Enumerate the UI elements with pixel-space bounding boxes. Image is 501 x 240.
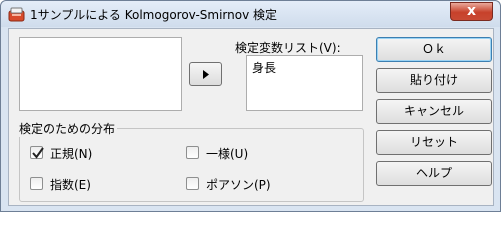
cancel-button[interactable]: キャンセル <box>376 99 492 124</box>
title-bar[interactable]: 1サンプルによる Kolmogorov-Smirnov 検定 x <box>1 1 500 27</box>
exponential-label: 指数(E) <box>50 178 91 192</box>
test-variable-list-label: 検定変数リスト(V): <box>235 41 341 55</box>
triangle-right-icon <box>203 70 209 79</box>
dialog-body: 検定変数リスト(V): 身長 検定のための分布 正規(N) 一様(U) 指数(E… <box>8 28 494 206</box>
paste-button[interactable]: 貼り付け <box>376 68 492 93</box>
normal-label: 正規(N) <box>50 147 93 161</box>
source-variable-list[interactable] <box>19 37 182 111</box>
reset-button[interactable]: リセット <box>376 130 492 155</box>
ok-button[interactable]: Ｏｋ <box>376 37 492 62</box>
checkbox-box[interactable] <box>186 146 199 159</box>
help-button[interactable]: ヘルプ <box>376 161 492 186</box>
checkmark-icon <box>32 147 44 159</box>
checkbox-box[interactable] <box>186 177 199 190</box>
app-icon <box>8 6 25 22</box>
test-variable-list[interactable]: 身長 <box>246 55 363 111</box>
close-icon: x <box>466 3 477 19</box>
list-item[interactable]: 身長 <box>252 59 276 76</box>
window-title: 1サンプルによる Kolmogorov-Smirnov 検定 <box>30 8 278 22</box>
poisson-label: ポアソン(P) <box>206 178 271 192</box>
checkbox-box[interactable] <box>30 146 44 159</box>
dialog-window: 1サンプルによる Kolmogorov-Smirnov 検定 x 検定変数リスト… <box>0 0 501 212</box>
checkbox-box[interactable] <box>30 177 43 190</box>
close-button[interactable]: x <box>450 2 493 21</box>
move-variable-button[interactable] <box>189 62 222 86</box>
distribution-group-label: 検定のための分布 <box>17 120 118 137</box>
uniform-label: 一様(U) <box>206 147 249 161</box>
